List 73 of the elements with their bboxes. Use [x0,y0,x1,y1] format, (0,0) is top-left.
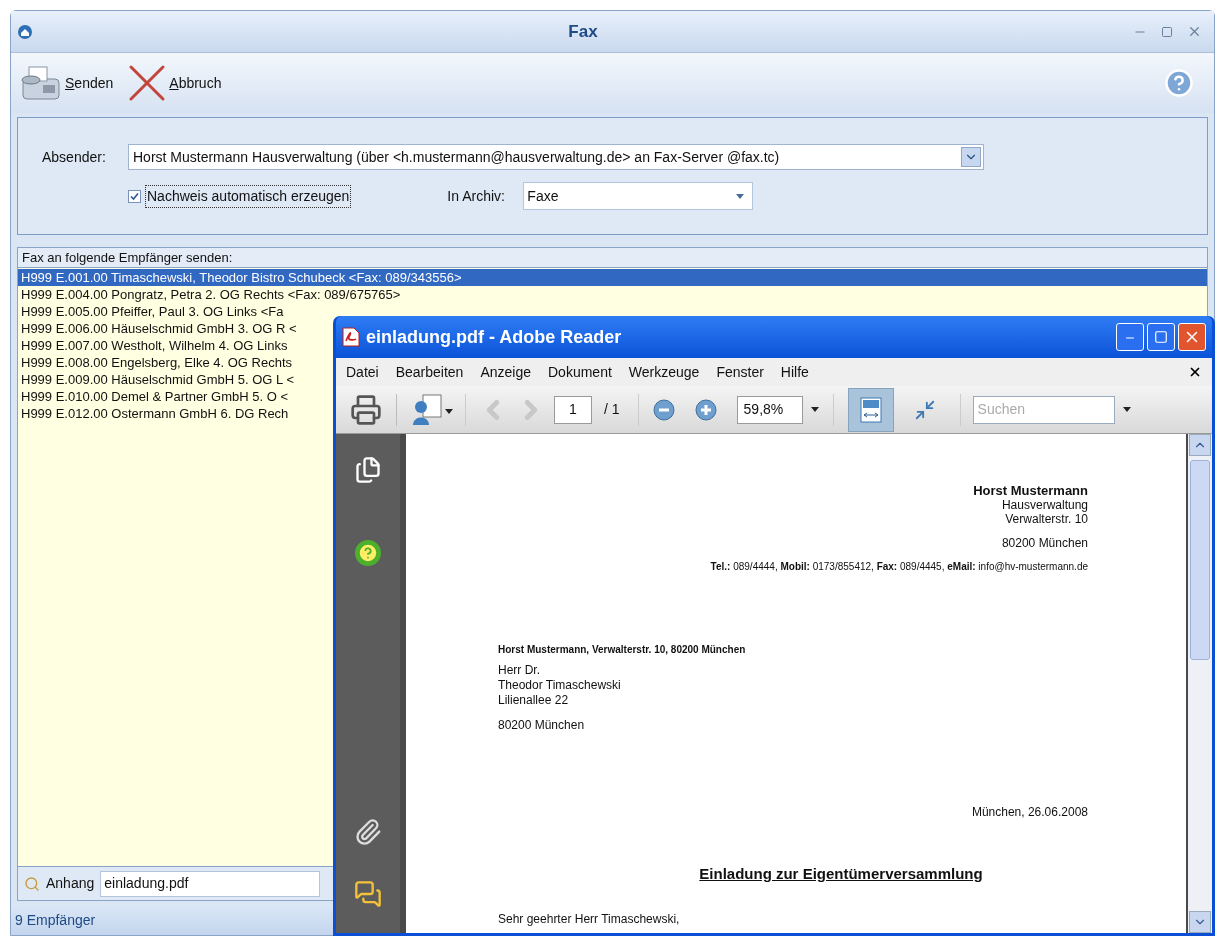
comments-icon[interactable] [354,880,382,908]
menu-item[interactable]: Dokument [548,361,612,383]
printer-icon[interactable] [350,393,382,426]
minimize-button[interactable] [1116,323,1144,351]
zoom-out-icon[interactable] [652,398,675,421]
help-icon[interactable] [1164,68,1194,98]
archive-label: In Archiv: [447,186,506,206]
menu-item[interactable]: Werkzeuge [628,361,700,383]
recipient-row[interactable]: H999 E.001.00 Timaschewski, Theodor Bistro Schubeck <Fax: 089/343556> [18,269,1207,286]
page-total: / 1 [604,400,620,419]
maximize-icon[interactable] [1161,25,1173,38]
checkbox[interactable] [128,189,141,203]
recipient-address-line: Herr Dr. [498,663,541,678]
recipient-row[interactable]: H999 E.008.00 Engelsberg, Elke 4. OG Rechts [18,354,295,371]
fit-width-icon [859,396,882,423]
caret-icon[interactable] [810,407,819,412]
attachment-field[interactable]: einladung.pdf [100,870,321,897]
letter-date: München, 26.06.2008 [971,804,1088,821]
salutation: Sehr geehrter Herr Timaschewski, [498,911,680,926]
recipient-address-line: Lilienallee 22 [498,693,570,708]
view-mode-button[interactable] [847,387,894,432]
menu-item[interactable]: Bearbeiten [395,361,464,383]
window-title: Fax [567,20,599,43]
contact-line: Tel.: 089/4444, Mobil: 0173/855412, Fax: 089/4445, eMail: info@hv-mustermann.de [710,560,1088,574]
fit-page-icon [913,398,936,421]
page-number-field[interactable]: 1 [554,395,592,424]
menu-item[interactable]: Anzeige [480,361,531,383]
sender-city: 80200 München [1001,536,1088,550]
menu-item[interactable]: Datei [346,361,379,383]
menu-item[interactable]: Hilfe [780,361,809,383]
recipient-row[interactable]: H999 E.004.00 Pongratz, Petra 2. OG Rechts <Fax: 089/675765> [18,286,404,303]
recipient-row[interactable]: H999 E.005.00 Pfeiffer, Paul 3. OG Links <Fa [18,303,287,320]
pdf-file-icon [342,327,360,347]
recipient-row[interactable]: H999 E.007.00 Westholt, Wilhelm 4. OG Links [18,337,291,354]
help-button[interactable] [355,540,381,566]
recipient-row[interactable]: H999 E.010.00 Demel & Partner GmbH 5. O < [18,388,291,405]
toolbar-button[interactable]: Senden [19,63,114,103]
recipient-row[interactable]: H999 E.006.00 Häuselschmid GmbH 3. OG R < [18,320,300,337]
scroll-thumb[interactable] [1190,460,1210,660]
fax-machine-icon [19,63,63,103]
status-text: 9 Empfänger [15,910,96,930]
sender-name: Horst Mustermann [973,484,1088,498]
menu-item[interactable]: Fenster [716,361,764,383]
maximize-icon [1154,330,1168,344]
zoom-in-icon[interactable] [694,398,717,421]
maximize-button[interactable] [1147,323,1175,351]
attachment-label: Anhang [46,874,95,893]
app-icon [17,23,33,40]
recipient-row[interactable]: H999 E.009.00 Häuselschmid GmbH 5. OG L < [18,371,297,388]
return-address: Horst Mustermann, Verwalterstr. 10, 80200 München [498,643,747,657]
checkbox-label[interactable]: Nachweis automatisch erzeugen [145,184,352,208]
recipient-row[interactable]: H999 E.012.00 Ostermann GmbH 6. DG Rech [18,405,292,422]
caret-icon [736,193,745,199]
caret-icon[interactable] [1122,407,1131,412]
reader-title: einladung.pdf - Adobe Reader [366,325,623,349]
recipient-address-line: Theodor Timaschewski [498,678,622,693]
toolbar-button[interactable]: Abbruch [127,63,222,103]
close-icon[interactable] [1188,365,1202,379]
search-icon [24,875,40,892]
letter-subject: Einladung zur Eigentümerversammlung [699,864,983,884]
sender-line: Hausverwaltung [1001,498,1088,512]
paperclip-icon[interactable] [354,818,382,846]
close-button[interactable] [1178,323,1206,351]
pages-icon[interactable] [354,456,382,484]
archive-dropdown[interactable]: Faxe [523,182,754,210]
share-icon[interactable] [411,392,453,427]
sender-dropdown[interactable]: Horst Mustermann Hausverwaltung (über <h.mustermann@hausverwaltung.de> an Fax-Server @fax.tc) [128,144,984,170]
recipient-city: 80200 München [498,718,586,733]
zoom-field[interactable]: 59,8% [736,395,803,424]
list-header: Fax an folgende Empfänger senden: [18,248,1207,268]
help-icon [357,542,379,564]
sender-label: Absender: [42,147,107,167]
sender-line: Verwalterstr. 10 [1005,512,1088,526]
